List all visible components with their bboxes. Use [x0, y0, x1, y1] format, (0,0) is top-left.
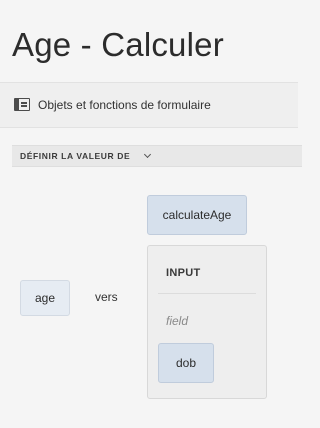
target-field-token[interactable]: age [20, 280, 70, 316]
connector-label: vers [95, 290, 118, 304]
form-objects-label[interactable]: Objets et fonctions de formulaire [38, 98, 211, 112]
field-placeholder[interactable]: field [166, 314, 188, 328]
rule-type-label[interactable]: DÉFINIR LA VALEUR DE [20, 151, 130, 161]
page-title: Age - Calculer [12, 26, 224, 63]
input-panel-title: INPUT [166, 267, 201, 279]
chevron-down-icon[interactable] [143, 150, 152, 159]
form-objects-toggle-bar[interactable]: Objets et fonctions de formulaire [0, 82, 298, 128]
rule-section-header[interactable]: DÉFINIR LA VALEUR DE [12, 145, 302, 167]
input-panel: INPUT field dob [147, 245, 267, 399]
function-token[interactable]: calculateAge [147, 195, 247, 235]
form-objects-icon[interactable] [14, 98, 30, 111]
input-field-token[interactable]: dob [158, 343, 214, 383]
panel-divider [158, 293, 256, 294]
